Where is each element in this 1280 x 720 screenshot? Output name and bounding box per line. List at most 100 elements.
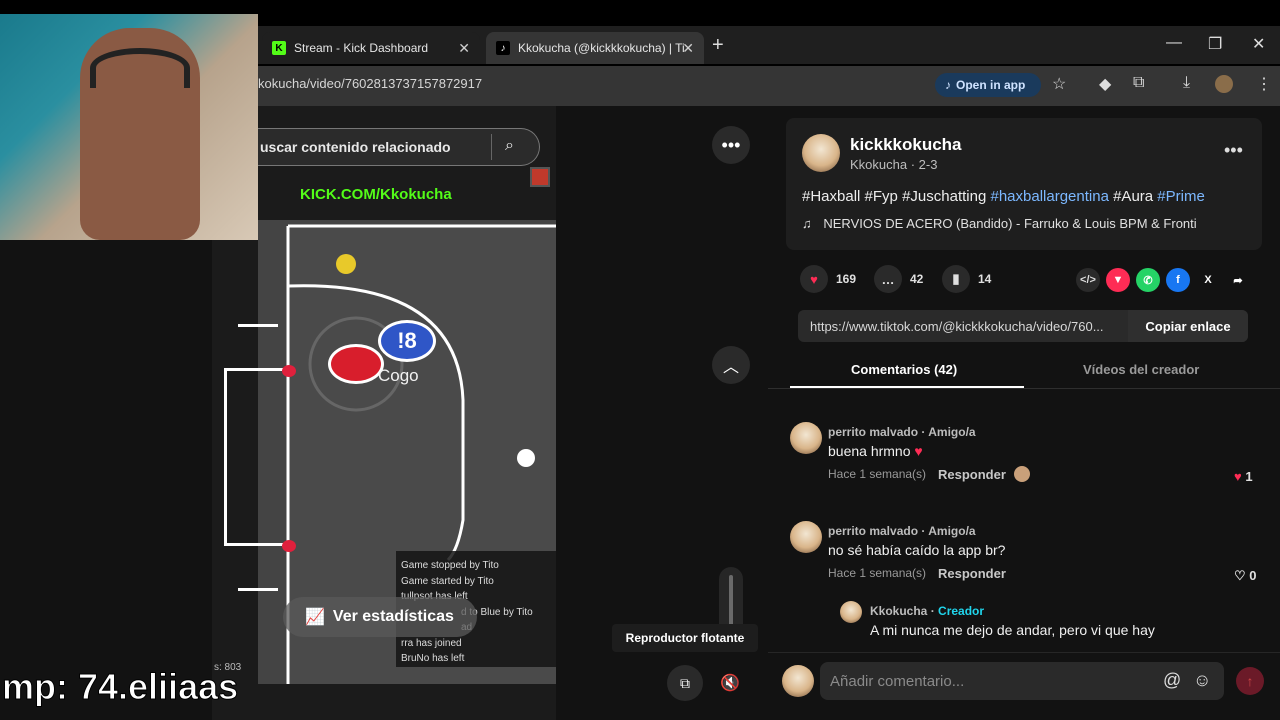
hashtag-link[interactable]: #haxballargentina bbox=[990, 188, 1108, 205]
emoji-icon[interactable]: ☺ bbox=[1193, 670, 1211, 691]
goal-post bbox=[282, 365, 296, 377]
x-icon[interactable]: X bbox=[1196, 268, 1220, 292]
tab-tiktok[interactable]: ♪ Kkokucha (@kickkkokucha) | Ti ✕ bbox=[486, 32, 704, 64]
search-icon[interactable]: ⌕ bbox=[505, 137, 514, 155]
log-line: BruNo has left bbox=[401, 653, 465, 664]
comment-body: buena hrmno bbox=[828, 443, 911, 459]
more-options-button[interactable]: ••• bbox=[712, 126, 750, 164]
comment-time: Hace 1 semana(s) bbox=[828, 467, 927, 481]
player-name: Cogo bbox=[378, 366, 419, 385]
author-name[interactable]: kickkkokucha bbox=[850, 135, 962, 155]
kick-channel-url: KICK.COM/Kkokucha bbox=[300, 186, 452, 203]
restore-icon[interactable]: ❐ bbox=[1208, 34, 1222, 54]
close-tab-icon[interactable]: ✕ bbox=[682, 40, 694, 57]
log-line: Game started by Tito bbox=[401, 575, 494, 587]
comment-author[interactable]: perrito malvado · Amigo/a bbox=[828, 425, 976, 439]
comment-text: no sé había caído la app br? bbox=[828, 542, 1006, 558]
headphones bbox=[90, 48, 190, 88]
hashtag[interactable]: #Haxball bbox=[802, 188, 860, 205]
tab-comments[interactable]: Comentarios (42) bbox=[851, 362, 957, 377]
comment-badge: Amigo/a bbox=[928, 524, 976, 538]
star-icon[interactable]: ☆ bbox=[1052, 74, 1066, 94]
mention-icon[interactable]: @ bbox=[1163, 670, 1181, 691]
log-line: rra has joined bbox=[401, 637, 462, 649]
heart-emoji-icon: ♥ bbox=[914, 443, 923, 459]
hashtag[interactable]: #Aura bbox=[1113, 188, 1153, 205]
stats-label: Ver estadísticas bbox=[332, 608, 454, 625]
minimize-icon[interactable]: — bbox=[1166, 34, 1182, 52]
hashtag[interactable]: #Juschatting bbox=[902, 188, 986, 205]
reply-button[interactable]: Responder bbox=[938, 566, 1006, 581]
share-arrow-icon[interactable]: ➦ bbox=[1226, 268, 1250, 292]
related-search-input[interactable]: uscar contenido relacionado bbox=[258, 128, 540, 166]
creator-badge: Creador bbox=[938, 604, 985, 618]
creator-reply-avatar[interactable] bbox=[840, 601, 862, 623]
overlay-text: mp: 74.eliiaas bbox=[1, 666, 239, 708]
embed-icon[interactable]: </> bbox=[1076, 268, 1100, 292]
whatsapp-icon[interactable]: ✆ bbox=[1136, 268, 1160, 292]
download-icon[interactable]: ⤓ bbox=[1183, 74, 1190, 92]
mute-button[interactable]: 🔇 bbox=[712, 665, 748, 701]
reply-author[interactable]: Kkokucha · Creador bbox=[870, 604, 984, 618]
send-comment-button[interactable]: ↑ bbox=[1236, 667, 1264, 695]
record-indicator bbox=[530, 167, 550, 187]
blue-player-disc: !8 bbox=[378, 320, 436, 362]
like-count: 169 bbox=[836, 272, 857, 286]
copy-link-button[interactable]: Copiar enlace bbox=[1128, 310, 1248, 342]
tab-title: Kkokucha (@kickkkokucha) | Ti bbox=[518, 41, 685, 55]
heart-icon: ♥ bbox=[1234, 469, 1242, 484]
field-line bbox=[238, 588, 278, 591]
tab-title: Stream - Kick Dashboard bbox=[294, 41, 429, 55]
comment-badge: Amigo/a bbox=[928, 425, 976, 439]
author-subtitle: Kkokucha · 2-3 bbox=[850, 157, 938, 172]
comment-text: buena hrmno ♥ bbox=[828, 443, 923, 459]
comment-like[interactable]: ♡ 0 bbox=[1234, 568, 1257, 584]
menu-dots-icon[interactable]: ⋮ bbox=[1256, 74, 1272, 94]
music-track[interactable]: ♫ NERVIOS DE ACERO (Bandido) - Farruko &… bbox=[802, 216, 1197, 231]
comment-stat[interactable]: … 42 bbox=[874, 265, 923, 293]
music-title: NERVIOS DE ACERO (Bandido) - Farruko & L… bbox=[823, 216, 1197, 231]
tiktok-icon: ♪ bbox=[945, 78, 951, 92]
open-in-app-button[interactable]: ♪ Open in app bbox=[935, 73, 1041, 97]
tab-separator bbox=[768, 388, 1280, 389]
send-icon[interactable]: ▼ bbox=[1106, 268, 1130, 292]
comment-username: perrito malvado bbox=[828, 425, 919, 439]
facebook-icon[interactable]: f bbox=[1166, 268, 1190, 292]
commenter-avatar[interactable] bbox=[790, 422, 822, 454]
chart-icon: 📈 bbox=[305, 609, 325, 626]
url-field[interactable]: kokucha/video/7602813737157872917 bbox=[258, 76, 482, 91]
goal-post bbox=[282, 540, 296, 552]
log-line: Game stopped by Tito bbox=[401, 560, 499, 571]
comment-like[interactable]: ♥ 1 bbox=[1234, 469, 1253, 484]
profile-avatar[interactable] bbox=[1215, 75, 1233, 93]
active-tab-indicator bbox=[790, 386, 1024, 388]
floating-player-tooltip: Reproductor flotante bbox=[612, 624, 758, 652]
tab-creator-videos[interactable]: Vídeos del creador bbox=[1083, 362, 1199, 377]
previous-video-button[interactable]: ︿ bbox=[712, 346, 750, 384]
like-stat[interactable]: ♥ 169 bbox=[800, 265, 857, 293]
new-tab-button[interactable]: + bbox=[712, 34, 724, 57]
author-avatar[interactable] bbox=[802, 134, 840, 172]
reply-button[interactable]: Responder bbox=[938, 467, 1006, 482]
view-stats-button[interactable]: 📈 Ver estadísticas bbox=[283, 597, 477, 637]
creator-liked-avatar bbox=[1014, 466, 1030, 482]
hashtag[interactable]: #Fyp bbox=[865, 188, 898, 205]
close-tab-icon[interactable]: ✕ bbox=[458, 40, 470, 57]
comment-author[interactable]: perrito malvado · Amigo/a bbox=[828, 524, 976, 538]
floating-player-button[interactable]: ⧉ bbox=[667, 665, 703, 701]
comment-icon: … bbox=[874, 265, 902, 293]
comment-placeholder: Añadir comentario... bbox=[830, 672, 965, 690]
puzzle-icon[interactable]: ⧉ bbox=[1133, 74, 1144, 92]
my-avatar bbox=[782, 665, 814, 697]
search-placeholder: uscar contenido relacionado bbox=[260, 139, 451, 155]
close-window-icon[interactable]: ✕ bbox=[1252, 34, 1265, 54]
tab-kick-dashboard[interactable]: K Stream - Kick Dashboard ✕ bbox=[262, 32, 480, 64]
bookmark-icon: ▮ bbox=[942, 265, 970, 293]
post-more-icon[interactable]: ••• bbox=[1224, 140, 1243, 161]
save-stat[interactable]: ▮ 14 bbox=[942, 265, 991, 293]
comment-like-count: 1 bbox=[1245, 469, 1253, 484]
extension-diamond-icon[interactable]: ◆ bbox=[1099, 74, 1111, 94]
commenter-avatar[interactable] bbox=[790, 521, 822, 553]
hashtag-link[interactable]: #Prime bbox=[1157, 188, 1205, 205]
kick-icon: K bbox=[272, 41, 286, 55]
